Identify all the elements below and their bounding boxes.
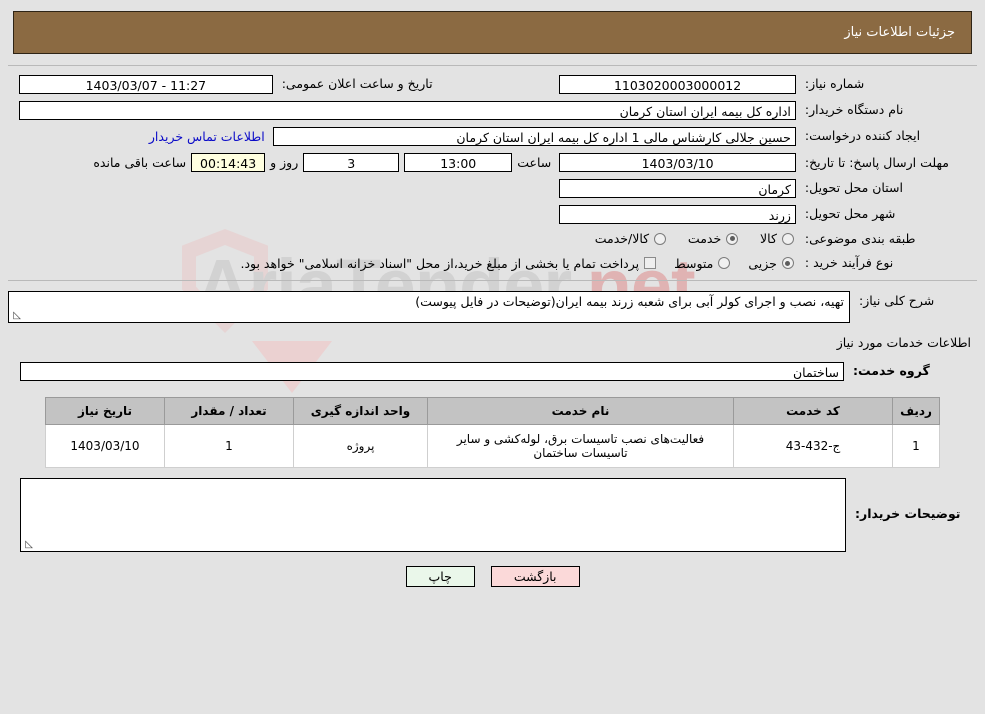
buyer-org-field[interactable]: اداره کل بیمه ایران استان کرمان	[19, 101, 796, 120]
description-form: شرح کلی نیاز: تهیه، نصب و اجرای کولر آبی…	[8, 290, 977, 323]
services-section-title: اطلاعات خدمات مورد نیاز	[836, 334, 971, 350]
cell-need-date: 1403/03/10	[45, 423, 165, 468]
radio-icon[interactable]	[718, 257, 731, 270]
page-header: جزئیات اطلاعات نیاز	[13, 11, 972, 54]
description-value: تهیه، نصب و اجرای کولر آبی برای شعبه زرن…	[415, 293, 844, 309]
services-table-wrap: ردیف کد خدمت نام خدمت واحد اندازه گیری ت…	[0, 396, 985, 468]
category-option-kala-khedmat[interactable]: کالا/خدمت	[594, 231, 667, 247]
col-name: نام خدمت	[427, 396, 734, 425]
service-group-form: گروه خدمت: ساختمان	[12, 361, 973, 381]
service-group-field[interactable]: ساختمان	[20, 361, 844, 381]
form-row-city: شهر محل تحویل: زرند	[8, 205, 977, 224]
buyer-org-label: نام دستگاه خریدار:	[804, 102, 904, 118]
description-textarea[interactable]: تهیه، نصب و اجرای کولر آبی برای شعبه زرن…	[8, 290, 850, 323]
requester-field[interactable]: حسین جلالی کارشناس مالی 1 اداره کل بیمه …	[272, 127, 796, 146]
radio-icon[interactable]	[726, 232, 739, 245]
category-option-khedmat[interactable]: خدمت	[687, 231, 739, 247]
process-option-motevaset[interactable]: متوسط	[674, 255, 731, 271]
deadline-days-field[interactable]: 3	[303, 153, 400, 172]
deadline-time-field[interactable]: 13:00	[404, 153, 513, 172]
page-root: جزئیات اطلاعات نیاز شماره نیاز: 11030200…	[0, 11, 985, 587]
deadline-countdown-suffix: ساعت باقی مانده	[93, 155, 187, 170]
col-date: تاریخ نیاز	[45, 396, 165, 425]
table-row[interactable]: 1 ج-432-43 فعالیت‌های نصب تاسیسات برق، ل…	[45, 423, 940, 468]
form-row-category: طبقه بندی موضوعی: کالا خدمت کالا/خدمت	[8, 231, 977, 248]
col-unit: واحد اندازه گیری	[293, 396, 428, 425]
deadline-countdown-field: 00:14:43	[191, 153, 266, 172]
radio-icon[interactable]	[781, 257, 794, 270]
cell-unit: پروژه	[293, 423, 428, 468]
deadline-date-field[interactable]: 1403/03/10	[559, 153, 796, 172]
deadline-time-label: ساعت	[517, 155, 552, 170]
process-option-jozi[interactable]: جزیی	[748, 256, 794, 271]
buyer-notes-row: توضیحات خریدار: ◺	[12, 477, 973, 552]
page-title: جزئیات اطلاعات نیاز	[844, 25, 955, 40]
need-number-label: شماره نیاز:	[804, 76, 865, 92]
requester-label: ایجاد کننده درخواست:	[804, 128, 921, 144]
process-option-label: متوسط	[674, 255, 714, 271]
services-section: اطلاعات خدمات مورد نیاز گروه خدمت: ساختم…	[12, 335, 973, 381]
back-button[interactable]: بازگشت	[490, 565, 580, 587]
buyer-notes-section: توضیحات خریدار: ◺	[12, 477, 973, 552]
form-row-deadline: مهلت ارسال پاسخ: تا تاریخ: 1403/03/10 سا…	[8, 153, 977, 172]
service-group-label: گروه خدمت:	[853, 362, 930, 378]
radio-icon[interactable]	[781, 232, 794, 245]
cell-code: ج-432-43	[733, 423, 893, 468]
category-option-label: کالا/خدمت	[594, 231, 650, 247]
province-label: استان محل تحویل:	[804, 180, 903, 196]
resize-grip-icon[interactable]: ◺	[23, 539, 33, 550]
buyer-contact-link[interactable]: اطلاعات تماس خریدار	[149, 129, 265, 144]
announce-datetime-field[interactable]: 1403/03/07 - 11:27	[19, 75, 273, 94]
buyer-notes-label: توضیحات خریدار:	[855, 506, 961, 522]
form-row-buyer-org: نام دستگاه خریدار: اداره کل بیمه ایران ا…	[8, 101, 977, 120]
form-row-need-number: شماره نیاز: 1103020003000012 تاریخ و ساع…	[8, 75, 977, 94]
buyer-notes-form: توضیحات خریدار: ◺	[12, 477, 973, 552]
city-field[interactable]: زرند	[559, 205, 796, 224]
form-row-province: استان محل تحویل: کرمان	[8, 179, 977, 198]
need-info-panel: شماره نیاز: 1103020003000012 تاریخ و ساع…	[8, 65, 977, 281]
deadline-days-suffix: روز و	[270, 155, 299, 170]
col-quantity: تعداد / مقدار	[164, 396, 294, 425]
category-option-label: خدمت	[687, 231, 722, 247]
process-type-label: نوع فرآیند خرید :	[804, 254, 894, 270]
form-row-process-type: نوع فرآیند خرید : جزیی متوسط پرداخت تمام…	[8, 255, 977, 272]
process-option-label: جزیی	[748, 255, 777, 271]
buyer-notes-textarea[interactable]: ◺	[20, 477, 846, 552]
action-buttons: بازگشت چاپ	[0, 565, 985, 587]
service-group-row: گروه خدمت: ساختمان	[12, 361, 973, 381]
category-option-label: کالا	[760, 231, 777, 247]
checkbox-icon[interactable]	[644, 257, 657, 270]
description-label: شرح کلی نیاز:	[859, 292, 935, 308]
cell-index: 1	[892, 423, 940, 468]
col-index: ردیف	[892, 396, 940, 425]
resize-grip-icon[interactable]: ◺	[11, 310, 21, 321]
deadline-label: مهلت ارسال پاسخ: تا تاریخ:	[804, 154, 949, 170]
need-number-field[interactable]: 1103020003000012	[559, 75, 796, 94]
province-field[interactable]: کرمان	[559, 179, 796, 198]
table-header-row: ردیف کد خدمت نام خدمت واحد اندازه گیری ت…	[45, 396, 940, 425]
col-code: کد خدمت	[733, 396, 893, 425]
treasury-bond-checkbox-option[interactable]: پرداخت تمام یا بخشی از مبلغ خرید،از محل …	[240, 255, 657, 271]
radio-icon[interactable]	[654, 232, 667, 245]
services-table: ردیف کد خدمت نام خدمت واحد اندازه گیری ت…	[45, 396, 940, 468]
announce-datetime-label: تاریخ و ساعت اعلان عمومی:	[281, 76, 433, 92]
cell-quantity: 1	[164, 423, 294, 468]
category-radio-group: کالا خدمت کالا/خدمت	[8, 231, 796, 248]
description-section: شرح کلی نیاز: تهیه، نصب و اجرای کولر آبی…	[8, 290, 977, 323]
form-row-requester: ایجاد کننده درخواست: حسین جلالی کارشناس …	[8, 127, 977, 146]
need-info-form: شماره نیاز: 1103020003000012 تاریخ و ساع…	[8, 75, 977, 272]
cell-name: فعالیت‌های نصب تاسیسات برق، لوله‌کشی و س…	[427, 423, 734, 468]
category-label: طبقه بندی موضوعی:	[804, 231, 916, 246]
category-option-kala[interactable]: کالا	[760, 231, 794, 246]
description-row: شرح کلی نیاز: تهیه، نصب و اجرای کولر آبی…	[8, 290, 977, 323]
process-type-group: جزیی متوسط پرداخت تمام یا بخشی از مبلغ خ…	[8, 256, 796, 271]
print-button[interactable]: چاپ	[405, 565, 475, 587]
treasury-bond-label: پرداخت تمام یا بخشی از مبلغ خرید،از محل …	[240, 255, 640, 271]
city-label: شهر محل تحویل:	[804, 206, 896, 222]
